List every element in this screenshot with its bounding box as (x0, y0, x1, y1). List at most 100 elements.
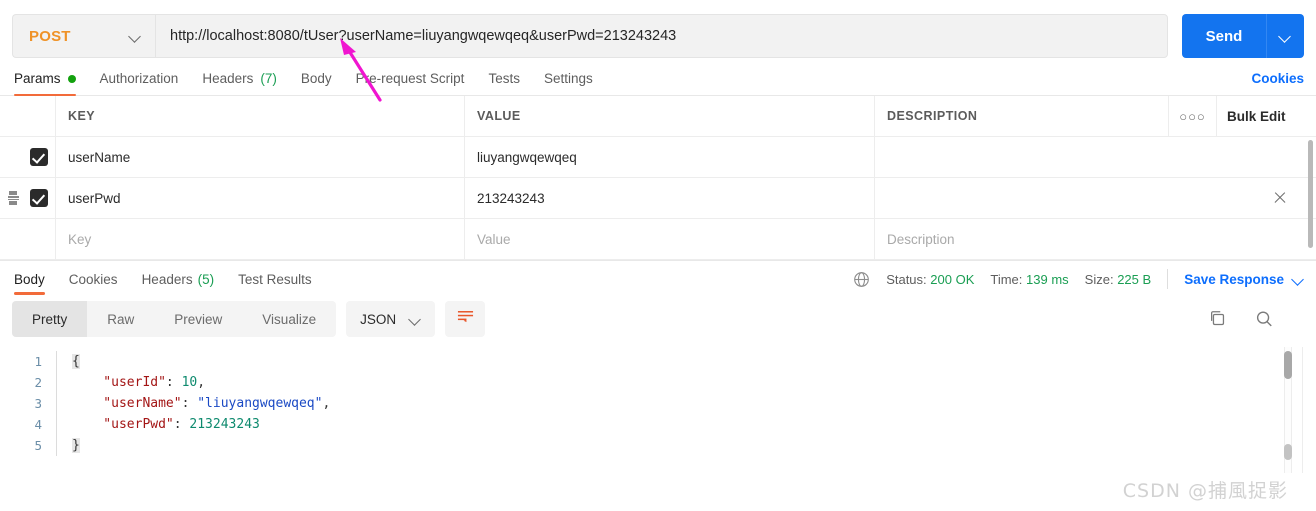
code-scrollbar-thumb[interactable] (1284, 351, 1292, 379)
new-key-input[interactable]: Key (56, 219, 465, 259)
code-token: { (72, 354, 80, 369)
code-token: , (322, 396, 331, 411)
header-description-cell: DESCRIPTION (875, 96, 1168, 136)
column-header-description: DESCRIPTION (887, 109, 978, 123)
code-line-text: "userPwd": 213243243 (62, 414, 260, 435)
request-url-input[interactable]: http://localhost:8080/tUser?userName=liu… (155, 14, 1168, 58)
send-options-button[interactable] (1266, 14, 1304, 58)
response-body-toolbar: Pretty Raw Preview Visualize JSON (0, 297, 1316, 347)
row-handle-cell (0, 137, 26, 177)
status-badge: Status: 200 OK (886, 272, 974, 287)
view-mode-visualize[interactable]: Visualize (242, 301, 336, 337)
cookies-link[interactable]: Cookies (1251, 71, 1304, 95)
table-row-placeholder[interactable]: Key Value Description (0, 219, 1316, 260)
tab-settings[interactable]: Settings (532, 71, 605, 95)
view-mode-pretty[interactable]: Pretty (12, 301, 88, 337)
code-line-number: 1 (34, 354, 42, 369)
code-line-number: 2 (34, 375, 42, 390)
code-token: } (72, 438, 80, 453)
table-row[interactable]: userName liuyangwqewqeq (0, 137, 1316, 178)
wrap-lines-button[interactable] (445, 301, 486, 337)
row-value-value: 213243243 (477, 190, 545, 206)
row-key-cell[interactable]: userName (56, 137, 465, 177)
tab-headers[interactable]: Headers (7) (190, 71, 289, 95)
tab-headers-count: (7) (260, 71, 277, 86)
new-description-input[interactable]: Description (875, 219, 1316, 259)
tab-pre-request-script-label: Pre-request Script (355, 71, 465, 86)
globe-icon (853, 271, 870, 288)
watermark: CSDN @捕風捉影 (1122, 480, 1288, 502)
code-line-number: 3 (34, 396, 42, 411)
params-active-dot-icon (67, 74, 76, 83)
response-tab-cookies[interactable]: Cookies (57, 263, 130, 296)
response-tabs-bar: Body Cookies Headers (5) Test Results St… (0, 261, 1316, 297)
header-key-cell: KEY (56, 96, 465, 136)
row-description-cell[interactable] (875, 178, 1316, 218)
row-handle-cell (0, 178, 26, 218)
response-tab-headers[interactable]: Headers (5) (130, 263, 227, 296)
copy-icon[interactable] (1208, 309, 1228, 329)
response-format-select[interactable]: JSON (346, 301, 436, 337)
tab-body[interactable]: Body (289, 71, 344, 95)
code-line-text: } (62, 435, 80, 456)
code-lines: 1{2 "userId": 10, 3 "userName": "liuyangw… (0, 351, 1316, 456)
view-mode-raw[interactable]: Raw (87, 301, 154, 337)
request-url-text: http://localhost:8080/tUser?userName=liu… (170, 28, 677, 44)
tab-tests[interactable]: Tests (476, 71, 532, 95)
response-tab-test-results[interactable]: Test Results (226, 263, 324, 296)
row-key-value: userPwd (68, 190, 121, 206)
send-button[interactable]: Send (1182, 14, 1266, 58)
tab-pre-request-script[interactable]: Pre-request Script (344, 71, 477, 95)
search-icon[interactable] (1254, 309, 1274, 329)
response-tab-test-results-label: Test Results (238, 271, 312, 287)
code-token: 10 (181, 375, 198, 390)
request-url-bar: POST http://localhost:8080/tUser?userNam… (0, 0, 1316, 62)
code-token: "userId" (72, 375, 166, 390)
size-badge: Size: 225 B (1085, 272, 1152, 287)
params-more-options-button[interactable]: ○○○ (1168, 96, 1216, 136)
column-header-key: KEY (68, 109, 96, 123)
drag-handle-icon[interactable] (7, 190, 19, 206)
row-value-cell[interactable]: liuyangwqewqeq (465, 137, 875, 177)
view-mode-preview[interactable]: Preview (154, 301, 242, 337)
code-scrollbar-thumb-secondary[interactable] (1284, 444, 1292, 460)
code-line: 1{ (0, 351, 1316, 372)
new-description-placeholder: Description (887, 231, 955, 247)
response-body-code[interactable]: 1{2 "userId": 10, 3 "userName": "liuyangw… (0, 347, 1316, 473)
tab-body-label: Body (300, 71, 332, 86)
row-check-cell (26, 137, 56, 177)
save-response-button[interactable]: Save Response (1184, 272, 1304, 287)
row-description-cell[interactable] (875, 137, 1316, 177)
time-value: 139 ms (1026, 271, 1069, 287)
header-handle-cell (0, 96, 26, 136)
new-value-placeholder: Value (477, 231, 511, 247)
row-checkbox[interactable] (30, 148, 48, 166)
code-line-text: "userId": 10, (62, 372, 205, 393)
size-label: Size: (1084, 271, 1114, 287)
status-value: 200 OK (930, 271, 975, 287)
bulk-edit-button[interactable]: Bulk Edit (1216, 96, 1316, 136)
tab-params[interactable]: Params (12, 71, 88, 96)
chevron-down-icon (1293, 274, 1304, 285)
table-row[interactable]: userPwd 213243243 (0, 178, 1316, 219)
response-tab-cookies-label: Cookies (68, 271, 118, 287)
row-checkbox[interactable] (30, 189, 48, 207)
new-value-input[interactable]: Value (465, 219, 875, 259)
tab-settings-label: Settings (543, 71, 593, 86)
response-tab-body[interactable]: Body (12, 263, 57, 296)
response-body-actions (1208, 309, 1304, 329)
new-key-placeholder: Key (68, 231, 92, 247)
params-table: KEY VALUE DESCRIPTION ○○○ Bulk Edit user… (0, 96, 1316, 261)
params-table-scrollbar[interactable] (1308, 140, 1313, 248)
postman-window: POST http://localhost:8080/tUser?userNam… (0, 0, 1316, 511)
http-method-select[interactable]: POST (12, 14, 155, 58)
row-value-cell[interactable]: 213243243 (465, 178, 875, 218)
response-tab-headers-label: Headers (141, 271, 193, 287)
row-key-value: userName (68, 149, 131, 165)
delete-row-icon[interactable] (1272, 190, 1288, 206)
more-dots-icon: ○○○ (1179, 108, 1206, 124)
code-line: 2 "userId": 10, (0, 372, 1316, 393)
meta-divider (1167, 269, 1169, 289)
row-key-cell[interactable]: userPwd (56, 178, 465, 218)
tab-authorization[interactable]: Authorization (88, 71, 191, 95)
